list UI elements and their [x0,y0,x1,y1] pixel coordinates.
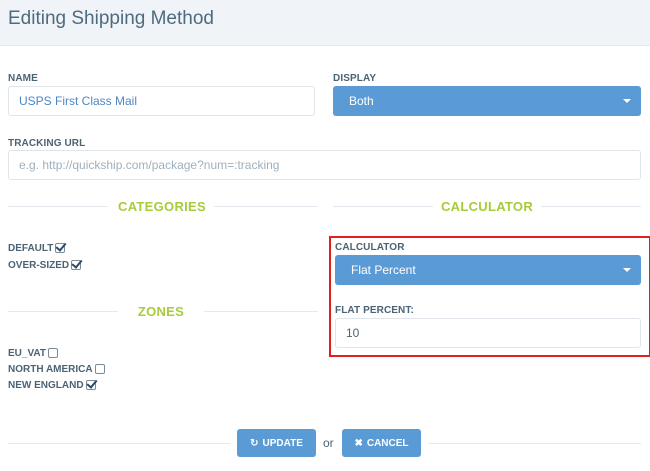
zone-label: EU_VAT [8,347,46,359]
display-select-value: Both [349,94,374,108]
divider [8,311,118,312]
categories-title: CATEGORIES [118,199,206,214]
divider [204,311,318,312]
checkbox[interactable] [71,260,82,270]
zones-title: ZONES [137,304,185,319]
update-button-label: UPDATE [262,437,303,449]
tracking-url-input[interactable]: e.g. http://quickship.com/package?num=:t… [8,150,641,180]
zone-new-england[interactable]: NEW ENGLAND [8,378,96,392]
divider [541,206,641,207]
tracking-url-label: TRACKING URL [8,138,86,149]
category-default[interactable]: DEFAULT [8,241,66,255]
checkbox[interactable] [47,348,58,358]
cancel-button[interactable]: ✖ CANCEL [342,429,421,457]
checkbox[interactable] [55,243,66,253]
display-label: DISPLAY [333,73,377,84]
category-over-sized[interactable]: OVER-SIZED [8,258,82,272]
divider [214,206,318,207]
category-label: OVER-SIZED [8,259,70,271]
checkbox[interactable] [85,380,96,390]
update-button[interactable]: ↻ UPDATE [237,429,316,457]
name-label: NAME [8,73,38,84]
category-label: DEFAULT [8,242,54,254]
calculator-section-title: CALCULATOR [440,199,534,214]
refresh-icon: ↻ [250,437,259,449]
page-header: Editing Shipping Method [0,0,650,46]
zone-label: NORTH AMERICA [8,363,93,375]
divider [333,206,433,207]
name-input[interactable]: USPS First Class Mail [8,86,315,116]
cancel-button-label: CANCEL [366,437,409,449]
highlight-box [329,236,650,357]
checkbox[interactable] [94,364,105,374]
page-title: Editing Shipping Method [8,8,214,29]
divider [428,443,641,444]
zone-eu-vat[interactable]: EU_VAT [8,346,58,360]
zone-north-america[interactable]: NORTH AMERICA [8,362,105,376]
zone-label: NEW ENGLAND [8,379,84,391]
close-icon: ✖ [354,437,363,449]
chevron-down-icon [623,99,631,103]
display-select[interactable]: Both [333,86,641,116]
divider [8,206,108,207]
or-text: or [323,436,334,450]
divider [8,443,230,444]
